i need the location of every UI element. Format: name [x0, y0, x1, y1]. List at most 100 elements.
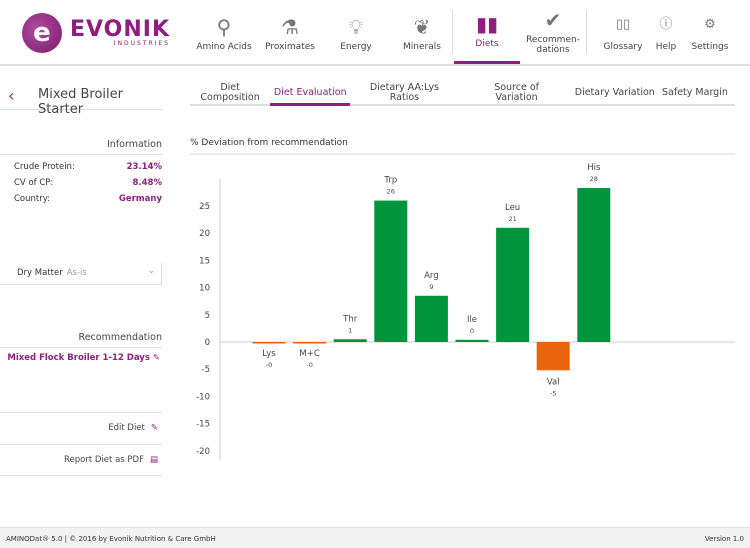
- info-value: 8.48%: [132, 178, 163, 188]
- nav-label: Diets: [475, 39, 499, 49]
- bar-m+c: [293, 342, 327, 344]
- bar-label: M+C: [299, 349, 319, 359]
- dry-matter-select[interactable]: Dry Matter As-is ⌄: [0, 263, 162, 285]
- edit-diet-label: Edit Diet: [108, 423, 145, 433]
- nav-settings[interactable]: ⚙ Settings: [688, 0, 732, 64]
- bar-leu: [496, 227, 530, 342]
- evonik-logo: e EVONIK INDUSTRIES: [22, 13, 170, 53]
- info-key: Country:: [14, 194, 51, 204]
- nav-energy[interactable]: 💡︎ Energy: [328, 0, 384, 64]
- y-tick-label: 0: [205, 338, 210, 348]
- dry-matter-value: As-is: [66, 268, 87, 278]
- molecule-icon: ⚲: [216, 15, 232, 39]
- version-text: Version 1.0: [704, 535, 744, 543]
- brand-name: EVONIK: [70, 16, 171, 42]
- nav-label: Settings: [691, 42, 729, 52]
- pdf-document-icon: ▤: [149, 455, 158, 465]
- y-tick-label: 20: [199, 229, 210, 239]
- check-badge-icon: ✔: [544, 8, 562, 32]
- report-pdf-button[interactable]: Report Diet as PDF ▤: [0, 444, 162, 476]
- nav-label: Proximates: [265, 42, 315, 52]
- nav-recommendations[interactable]: ✔ Recommen- dations: [522, 0, 584, 64]
- nav-label: Glossary: [603, 42, 643, 52]
- bar-thr: [333, 339, 367, 342]
- bar-value-label: 28: [590, 175, 598, 183]
- diet-header: ‹ Mixed Broiler Starter: [0, 82, 162, 117]
- diets-icon: ▮▮: [475, 12, 498, 36]
- nav-diets[interactable]: ▮▮ Diets: [454, 0, 520, 64]
- tab-source-of-variation[interactable]: Source of Variation: [459, 82, 575, 104]
- information-heading: Information: [0, 139, 162, 155]
- nav-glossary[interactable]: ▯▯ Glossary: [600, 0, 646, 64]
- nav-label: Energy: [340, 42, 372, 52]
- nav-minerals[interactable]: ❦ Minerals: [394, 0, 450, 64]
- bar-lys: [252, 342, 286, 344]
- edit-diet-button[interactable]: Edit Diet ✎: [0, 412, 162, 444]
- bar-arg: [414, 295, 448, 342]
- bar-his: [577, 188, 611, 342]
- help-icon: ⓘ: [659, 17, 673, 32]
- footer: AMINODat® 5.0 | © 2016 by Evonik Nutriti…: [0, 527, 750, 548]
- info-value: 23.14%: [126, 162, 162, 172]
- back-chevron-icon[interactable]: ‹: [8, 86, 14, 105]
- lightbulb-icon: 💡︎: [349, 15, 363, 39]
- y-tick-label: 15: [199, 256, 210, 266]
- dry-matter-label: Dry Matter: [17, 268, 63, 278]
- copyright-text: AMINODat® 5.0 | © 2016 by Evonik Nutriti…: [6, 535, 216, 543]
- bar-label: Val: [547, 377, 560, 387]
- info-key: Crude Protein:: [14, 162, 75, 172]
- diet-tabs: Diet Composition Diet Evaluation Dietary…: [190, 82, 735, 106]
- tab-aa-lys-ratios[interactable]: Dietary AA:Lys Ratios: [350, 82, 458, 104]
- flask-icon: ⚗: [281, 15, 299, 39]
- bar-value-label: 26: [387, 188, 395, 196]
- info-row: CV of CP: 8.48%: [14, 178, 162, 188]
- tab-safety-margin[interactable]: Safety Margin: [655, 82, 735, 104]
- bar-label: Thr: [342, 314, 358, 324]
- y-tick-label: 25: [199, 202, 210, 212]
- evonik-logo-mark: e: [22, 13, 62, 53]
- book-icon: ▯▯: [615, 17, 631, 32]
- bar-label: His: [587, 163, 601, 173]
- bar-label: Lys: [262, 349, 276, 359]
- bar-value-label: 0: [470, 327, 474, 335]
- nav-proximates[interactable]: ⚗ Proximates: [262, 0, 318, 64]
- chart-title: % Deviation from recommendation: [190, 138, 735, 155]
- info-value: Germany: [118, 194, 162, 204]
- edit-icon: ✎: [152, 353, 160, 363]
- bar-label: Ile: [467, 315, 477, 325]
- bar-value-label: 21: [508, 215, 516, 223]
- info-row: Crude Protein: 23.14%: [14, 162, 162, 172]
- gear-icon: ⚙: [704, 17, 716, 32]
- bar-value-label: 9: [429, 283, 433, 291]
- tab-diet-composition[interactable]: Diet Composition: [190, 82, 270, 104]
- tab-dietary-variation[interactable]: Dietary Variation: [575, 82, 655, 104]
- nav-label: Help: [655, 42, 677, 52]
- bar-value-label: 1: [348, 326, 352, 334]
- nav-label: Recommen- dations: [526, 35, 580, 55]
- nav-label: Minerals: [403, 42, 441, 52]
- bar-label: Arg: [424, 271, 439, 281]
- report-pdf-label: Report Diet as PDF: [64, 455, 144, 465]
- edit-icon: ✎: [150, 423, 158, 433]
- nav-amino-acids[interactable]: ⚲ Amino Acids: [196, 0, 252, 64]
- y-tick-label: -20: [196, 447, 210, 457]
- bar-value-label: -0: [266, 361, 272, 369]
- info-row: Country: Germany: [14, 194, 162, 204]
- y-tick-label: -5: [202, 365, 210, 375]
- chevron-down-icon: ⌄: [147, 266, 155, 276]
- recommendation-link[interactable]: Mixed Flock Broiler 1-12 Days ✎: [0, 353, 162, 363]
- bar-label: Trp: [383, 176, 397, 186]
- recommendation-heading: Recommendation: [0, 332, 162, 348]
- y-tick-label: -15: [196, 420, 210, 430]
- leaf-icon: ❦: [413, 15, 431, 39]
- nav-help[interactable]: ⓘ Help: [650, 0, 682, 64]
- bar-ile: [455, 339, 489, 342]
- bar-value-label: -0: [306, 361, 312, 369]
- tab-diet-evaluation[interactable]: Diet Evaluation: [270, 82, 351, 106]
- y-tick-label: 10: [199, 284, 210, 294]
- info-key: CV of CP:: [14, 178, 54, 188]
- bar-trp: [374, 200, 408, 342]
- recommendation-value: Mixed Flock Broiler 1-12 Days: [7, 353, 150, 363]
- bar-value-label: -5: [550, 389, 556, 397]
- diet-title: Mixed Broiler Starter: [38, 87, 124, 117]
